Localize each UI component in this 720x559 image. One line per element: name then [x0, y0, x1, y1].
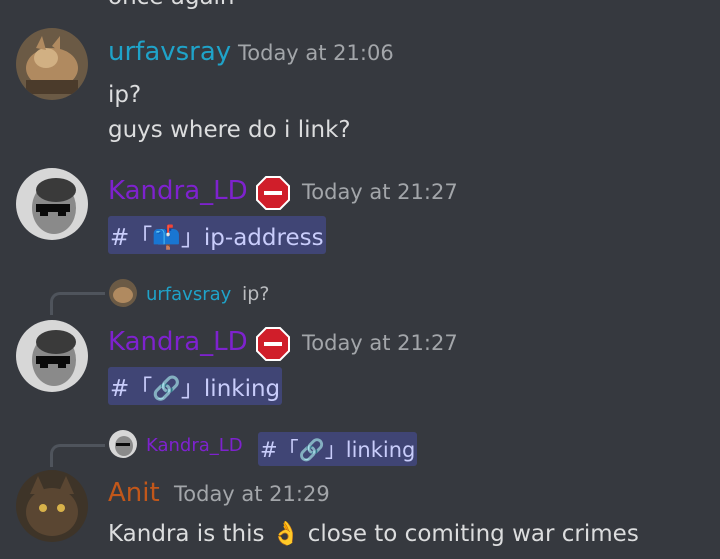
message-1-timestamp: Today at 21:06	[238, 41, 394, 65]
avatar-kandra-ld[interactable]	[16, 320, 88, 392]
message-4-username[interactable]: Anit	[108, 478, 160, 508]
reply-text[interactable]: ip?	[242, 283, 269, 305]
avatar-anit[interactable]	[16, 470, 88, 542]
message-1-line-2: guys where do i link?	[108, 117, 351, 143]
message-4-text-before: Kandra is this	[108, 521, 265, 547]
reply-connector	[50, 292, 105, 315]
stop-sign-icon	[256, 176, 290, 214]
message-4-text-after: close to comiting war crimes	[307, 521, 639, 547]
reply-avatar-kandra-ld[interactable]	[109, 430, 137, 458]
channel-mention-ip-address[interactable]: #「📫」ip-address	[108, 216, 326, 254]
reply-username[interactable]: Kandra_LD	[146, 435, 243, 456]
channel-mention-linking[interactable]: #「🔗」linking	[108, 367, 283, 405]
previous-message-fragment: once again	[108, 0, 235, 10]
reply-channel-mention-linking[interactable]: #「🔗」linking	[258, 432, 418, 466]
avatar-kandra-ld[interactable]	[16, 168, 88, 240]
message-3-timestamp: Today at 21:27	[302, 331, 458, 355]
message-2-timestamp: Today at 21:27	[302, 180, 458, 204]
message-1-username[interactable]: urfavsray	[108, 37, 231, 67]
message-4-timestamp: Today at 21:29	[174, 482, 330, 506]
ok-hand-emoji[interactable]: 👌	[272, 521, 301, 547]
avatar-urfavsray[interactable]	[16, 28, 88, 100]
message-1-line-1: ip?	[108, 82, 142, 108]
message-2-username[interactable]: Kandra_LD	[108, 176, 248, 206]
reply-avatar-urfavsray[interactable]	[109, 279, 137, 307]
message-3-username[interactable]: Kandra_LD	[108, 327, 248, 357]
reply-connector	[50, 444, 105, 467]
message-4-text: Kandra is this 👌 close to comiting war c…	[108, 520, 639, 547]
reply-username[interactable]: urfavsray	[146, 284, 231, 305]
stop-sign-icon	[256, 327, 290, 365]
